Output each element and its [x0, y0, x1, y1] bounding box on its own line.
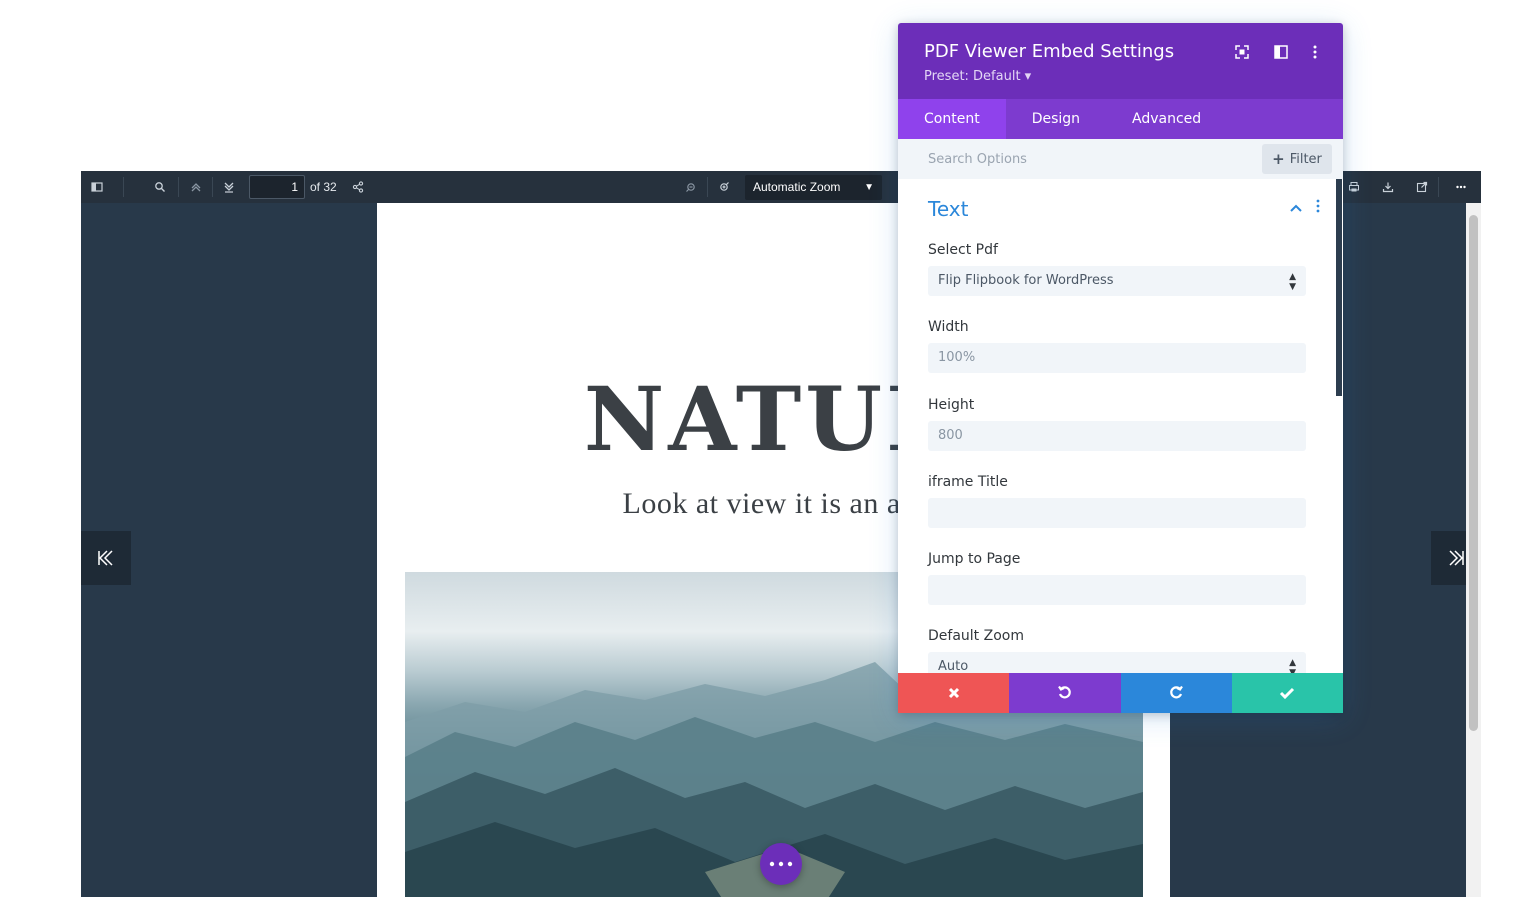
ellipsis-icon	[769, 861, 793, 867]
settings-panel-footer	[898, 673, 1343, 713]
tab-content[interactable]: Content	[898, 99, 1006, 139]
width-label: Width	[928, 319, 969, 335]
redo-icon	[1170, 685, 1184, 699]
close-icon	[948, 687, 959, 699]
panel-scrollbar[interactable]	[1335, 179, 1343, 673]
jump-to-page-label: Jump to Page	[928, 551, 1021, 567]
undo-button[interactable]	[1009, 673, 1121, 713]
select-arrows-icon: ▲ ▼	[1289, 658, 1296, 673]
settings-panel: PDF Viewer Embed Settings Preset: Defaul…	[898, 23, 1343, 713]
settings-tabs: Content Design Advanced	[898, 99, 1343, 139]
zoom-out-icon[interactable]	[680, 177, 702, 197]
select-pdf-label: Select Pdf	[928, 242, 998, 258]
preset-dropdown[interactable]: Preset: Default ▾	[924, 69, 1031, 84]
undo-icon	[1057, 685, 1071, 699]
height-label: Height	[928, 397, 975, 413]
width-input[interactable]: 100%	[928, 343, 1306, 373]
toolbar-divider	[123, 177, 124, 197]
jump-to-page-input[interactable]	[928, 575, 1306, 605]
download-icon[interactable]	[1377, 177, 1399, 197]
toolbar-divider	[1438, 177, 1439, 197]
select-pdf-dropdown[interactable]: Flip Flipbook for WordPress ▲ ▼	[928, 266, 1306, 296]
zoom-select[interactable]: Automatic Zoom ▼	[745, 175, 882, 200]
page-total-label: of 32	[310, 180, 337, 194]
more-vertical-icon[interactable]	[1306, 43, 1324, 61]
redo-button[interactable]	[1120, 673, 1232, 713]
next-page-icon[interactable]	[218, 177, 240, 197]
section-more-icon[interactable]	[1316, 199, 1320, 216]
filter-button[interactable]: + Filter	[1262, 144, 1332, 174]
previous-page-icon[interactable]	[185, 177, 207, 197]
double-chevron-left-icon	[98, 550, 113, 566]
plus-icon: +	[1272, 150, 1285, 168]
default-zoom-label: Default Zoom	[928, 628, 1024, 644]
chevron-down-icon: ▼	[864, 182, 874, 193]
panel-scrollbar-thumb[interactable]	[1336, 179, 1342, 396]
height-input[interactable]: 800	[928, 421, 1306, 451]
settings-panel-header[interactable]: PDF Viewer Embed Settings Preset: Defaul…	[898, 23, 1343, 99]
tab-design[interactable]: Design	[1006, 99, 1106, 139]
double-chevron-right-icon	[1449, 550, 1464, 566]
search-options-input[interactable]: Search Options	[928, 152, 1027, 167]
print-icon[interactable]	[1343, 177, 1365, 197]
share-icon[interactable]	[347, 177, 369, 197]
section-title-text[interactable]: Text	[928, 197, 968, 221]
default-zoom-value: Auto	[938, 659, 969, 673]
previous-page-button[interactable]	[81, 531, 131, 585]
toolbar-divider	[212, 177, 213, 197]
page-number-input[interactable]: 1	[249, 175, 305, 199]
toolbar-divider	[707, 177, 708, 197]
tab-advanced[interactable]: Advanced	[1106, 99, 1227, 139]
cancel-button[interactable]	[898, 673, 1010, 713]
select-pdf-value: Flip Flipbook for WordPress	[938, 273, 1114, 288]
viewer-scrollbar[interactable]	[1466, 203, 1481, 897]
viewer-scrollbar-thumb[interactable]	[1469, 215, 1478, 731]
fullscreen-icon[interactable]	[1233, 43, 1251, 61]
open-external-icon[interactable]	[1411, 177, 1433, 197]
filter-label: Filter	[1289, 151, 1322, 167]
search-icon[interactable]	[149, 177, 171, 197]
iframe-title-label: iframe Title	[928, 474, 1008, 490]
search-options-row: Search Options + Filter	[898, 139, 1343, 179]
checkmark-icon	[1280, 687, 1295, 700]
settings-panel-body: Text Select Pdf Flip Flipbook for WordPr…	[898, 179, 1335, 673]
zoom-in-icon[interactable]	[713, 177, 735, 197]
toolbar-divider	[178, 177, 179, 197]
sidebar-toggle-icon[interactable]	[86, 177, 108, 197]
stage: 1 of 32 Automatic Zoom ▼ NATUR Look at v…	[0, 0, 1533, 897]
save-button[interactable]	[1231, 673, 1343, 713]
select-arrows-icon: ▲ ▼	[1289, 272, 1296, 292]
zoom-select-value: Automatic Zoom	[753, 180, 841, 194]
settings-panel-title: PDF Viewer Embed Settings	[924, 41, 1175, 62]
module-options-button[interactable]	[760, 843, 802, 885]
sidebar-layout-icon[interactable]	[1272, 43, 1290, 61]
chevron-up-icon[interactable]	[1290, 199, 1302, 215]
more-options-icon[interactable]	[1450, 177, 1472, 197]
default-zoom-dropdown[interactable]: Auto ▲ ▼	[928, 652, 1306, 673]
iframe-title-input[interactable]	[928, 498, 1306, 528]
